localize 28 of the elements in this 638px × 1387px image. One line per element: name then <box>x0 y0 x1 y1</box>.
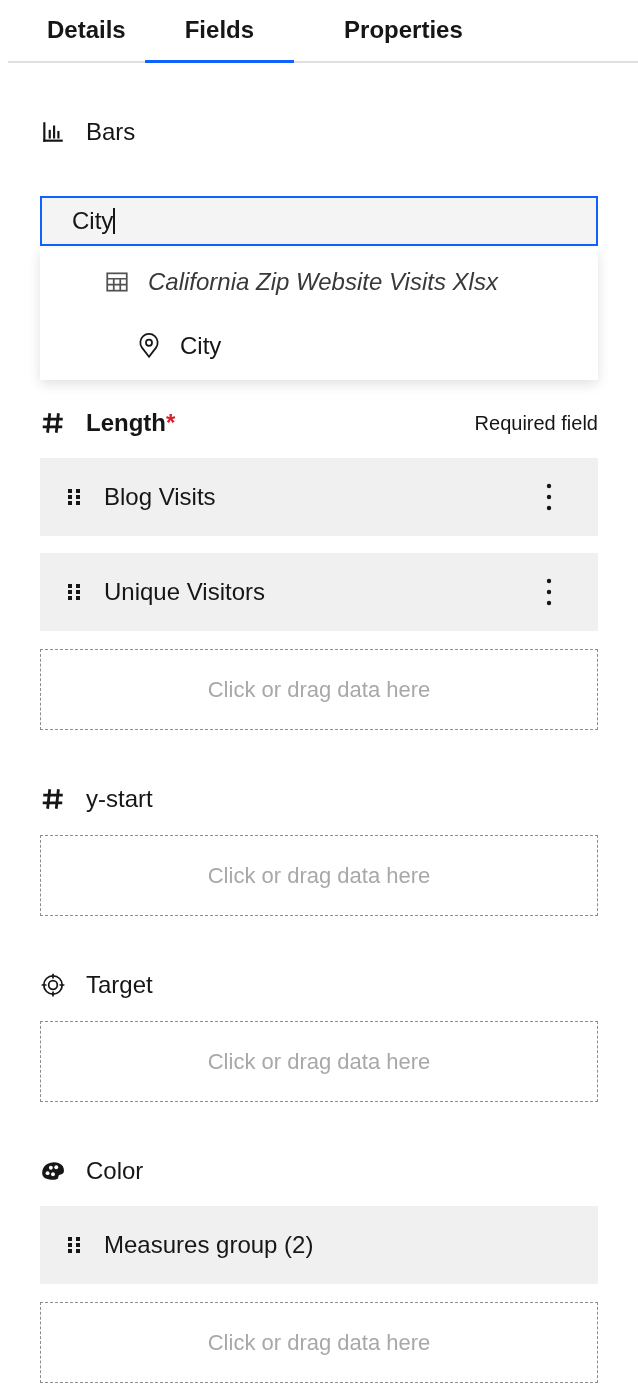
field-chip[interactable]: Blog Visits <box>40 458 598 536</box>
tab[interactable]: Details <box>38 0 135 63</box>
field-label: Unique Visitors <box>104 577 265 607</box>
tab[interactable]: Properties <box>304 0 503 63</box>
drag-handle-icon[interactable] <box>66 487 82 507</box>
hash-icon <box>40 786 66 812</box>
section-label: Length* <box>86 408 176 438</box>
field-label: Blog Visits <box>104 482 216 512</box>
bar-chart-icon <box>40 119 66 145</box>
drag-handle-icon[interactable] <box>66 582 82 602</box>
overflow-menu-icon[interactable] <box>546 483 552 511</box>
section-label: Bars <box>86 117 136 147</box>
field-chip[interactable]: Unique Visitors <box>40 553 598 631</box>
table-icon <box>104 269 130 295</box>
suggestion-item[interactable]: California Zip Website Visits Xlsx <box>40 250 598 314</box>
search-field[interactable]: City <box>40 196 598 246</box>
overflow-menu-icon[interactable] <box>546 578 552 606</box>
drag-handle-icon[interactable] <box>66 1235 82 1255</box>
section-label: y-start <box>86 784 153 814</box>
section-label: Color <box>86 1156 144 1186</box>
required-note: Required field <box>474 411 598 436</box>
field-label: Measures group (2) <box>104 1230 314 1260</box>
hash-icon <box>40 410 66 436</box>
crosshair-icon <box>40 972 66 998</box>
tab[interactable]: Fields <box>144 0 295 63</box>
field-chip[interactable]: Measures group (2) <box>40 1206 598 1284</box>
section-label: Target <box>86 970 153 1000</box>
suggestion-item[interactable]: City <box>40 314 598 378</box>
